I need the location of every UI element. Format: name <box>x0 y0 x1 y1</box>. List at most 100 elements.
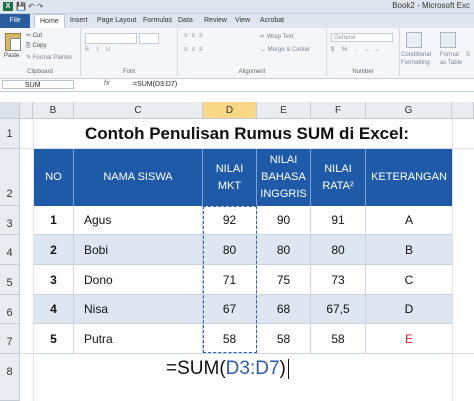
column-header-e[interactable]: E <box>257 102 311 119</box>
row-header-7[interactable]: 7 <box>0 324 20 354</box>
cell-styles-label: S <box>466 52 471 58</box>
format-painter-label: Format Painter <box>32 55 73 61</box>
cell-nama[interactable]: Dono <box>74 265 203 295</box>
cell-ket[interactable]: D <box>366 295 452 324</box>
header-ing-line1: NILAI <box>269 154 298 166</box>
header-keterangan[interactable]: KETERANGAN <box>366 149 452 206</box>
cell-no[interactable]: 5 <box>34 324 74 354</box>
cell-ket[interactable]: C <box>366 265 452 295</box>
copy-button[interactable]: ⎘ Copy <box>26 43 46 50</box>
fx-icon[interactable]: fx <box>104 80 109 87</box>
header-rata-line2: RATA² <box>322 179 354 192</box>
excel-app-icon[interactable]: X <box>3 2 13 11</box>
number-group: General $ % , ←→ Number <box>327 29 400 76</box>
header-ing-line3: INGGRIS <box>260 188 307 200</box>
cell-nama[interactable]: Nisa <box>74 295 203 324</box>
font-size-dropdown[interactable] <box>139 33 159 44</box>
tab-home[interactable]: Home <box>34 14 65 28</box>
align-left-icons[interactable]: ≡≡≡ <box>184 47 207 53</box>
merge-center-button[interactable]: ↔ Merge & Center <box>260 47 310 53</box>
cell-ing[interactable]: 68 <box>257 295 311 324</box>
cell-no[interactable]: 1 <box>34 206 74 235</box>
format-as-table-icon[interactable] <box>440 32 456 48</box>
formula-prefix: =SUM( <box>166 358 226 379</box>
tab-page-layout[interactable]: Page Layout <box>97 14 136 28</box>
header-ket-text: KETERANGAN <box>371 171 447 183</box>
tab-formulas[interactable]: Formulas <box>143 14 172 28</box>
cut-button[interactable]: ✂ Cut <box>26 32 42 39</box>
cell-ing[interactable]: 75 <box>257 265 311 295</box>
row-header-6[interactable]: 6 <box>0 295 20 324</box>
column-header-b[interactable]: B <box>33 102 74 119</box>
cut-label: Cut <box>32 33 43 39</box>
cell-rata[interactable]: 80 <box>311 235 366 265</box>
tab-insert[interactable]: Insert <box>70 14 88 28</box>
header-nama-siswa[interactable]: NAMA SISWA <box>74 149 203 206</box>
conditional-formatting-icon[interactable] <box>406 32 422 48</box>
select-all-corner[interactable] <box>0 102 20 119</box>
cell-no[interactable]: 3 <box>34 265 74 295</box>
format-painter-button[interactable]: ✎ Format Painter <box>26 54 72 61</box>
column-header-a[interactable] <box>20 102 33 119</box>
conditional-formatting-label-2: Formatting <box>401 60 430 66</box>
active-cell-formula[interactable]: =SUM(D3:D7) <box>166 358 289 380</box>
styles-group: Conditional Formatting Format as Table S <box>400 29 474 76</box>
gridline <box>452 119 453 401</box>
row-header-4[interactable]: 4 <box>0 235 20 265</box>
text-cursor <box>287 358 289 379</box>
cell-nama[interactable]: Bobi <box>74 235 203 265</box>
cell-no[interactable]: 2 <box>34 235 74 265</box>
cell-ing[interactable]: 80 <box>257 235 311 265</box>
cell-rata[interactable]: 73 <box>311 265 366 295</box>
header-mkt-line2: MKT <box>217 179 242 192</box>
align-top-icons[interactable]: ≡≡≡ <box>184 33 207 39</box>
format-as-table-label: Format <box>440 52 460 58</box>
tab-acrobat[interactable]: Acrobat <box>260 14 284 28</box>
tab-view[interactable]: View <box>235 14 250 28</box>
tab-file[interactable]: File <box>0 14 30 28</box>
font-style-buttons[interactable]: B I U <box>85 47 113 53</box>
row-header-5[interactable]: 5 <box>0 265 20 295</box>
cell-ket[interactable]: A <box>366 206 452 235</box>
column-header-f[interactable]: F <box>311 102 366 119</box>
header-no-text: NO <box>45 171 62 183</box>
header-nilai-mkt[interactable]: NILAI MKT <box>203 149 257 206</box>
font-name-dropdown[interactable] <box>85 33 137 44</box>
row-header-1[interactable]: 1 <box>0 119 20 149</box>
cell-ing[interactable]: 90 <box>257 206 311 235</box>
tab-review[interactable]: Review <box>204 14 227 28</box>
header-mkt-line1: NILAI <box>215 162 244 175</box>
cell-rata[interactable]: 58 <box>311 324 366 354</box>
column-header-g[interactable]: G <box>366 102 452 119</box>
wrap-text-button[interactable]: ↵ Wrap Text <box>260 33 294 40</box>
quick-access-toolbar[interactable]: 💾↶↷ <box>16 2 45 11</box>
sheet-title[interactable]: Contoh Penulisan Rumus SUM di Excel: <box>20 124 474 144</box>
header-nilai-inggris[interactable]: NILAI BAHASA INGGRIS <box>257 149 311 206</box>
row-header-8[interactable]: 8 <box>0 354 20 401</box>
header-no[interactable]: NO <box>34 149 74 206</box>
formula-bar: SUM fx =SUM(D3:D7) <box>0 79 474 92</box>
row-header-3[interactable]: 3 <box>0 206 20 235</box>
alignment-group: ↵ Wrap Text ↔ Merge & Center ≡≡≡ ≡≡≡ Ali… <box>178 29 327 76</box>
cell-nama[interactable]: Putra <box>74 324 203 354</box>
cell-ing[interactable]: 58 <box>257 324 311 354</box>
column-header-h[interactable] <box>452 102 474 119</box>
cell-rata[interactable]: 91 <box>311 206 366 235</box>
number-format-icons[interactable]: $ % , ←→ <box>331 47 382 53</box>
paste-button[interactable]: Paste <box>4 53 19 59</box>
column-header-d[interactable]: D <box>203 102 257 119</box>
cell-ket[interactable]: E <box>366 324 452 354</box>
formula-input[interactable]: =SUM(D3:D7) <box>133 80 177 90</box>
cell-rata[interactable]: 67,5 <box>311 295 366 324</box>
tab-data[interactable]: Data <box>178 14 193 28</box>
cell-nama[interactable]: Agus <box>74 206 203 235</box>
cell-ket[interactable]: B <box>366 235 452 265</box>
cell-no[interactable]: 4 <box>34 295 74 324</box>
column-header-c[interactable]: C <box>74 102 203 119</box>
number-format-dropdown[interactable]: General <box>331 33 393 42</box>
number-group-label: Number <box>352 69 374 75</box>
row-header-2[interactable]: 2 <box>0 149 20 206</box>
marching-ants-selection <box>203 206 257 353</box>
name-box[interactable]: SUM <box>2 80 74 89</box>
header-nilai-rata[interactable]: NILAI RATA² <box>311 149 366 206</box>
